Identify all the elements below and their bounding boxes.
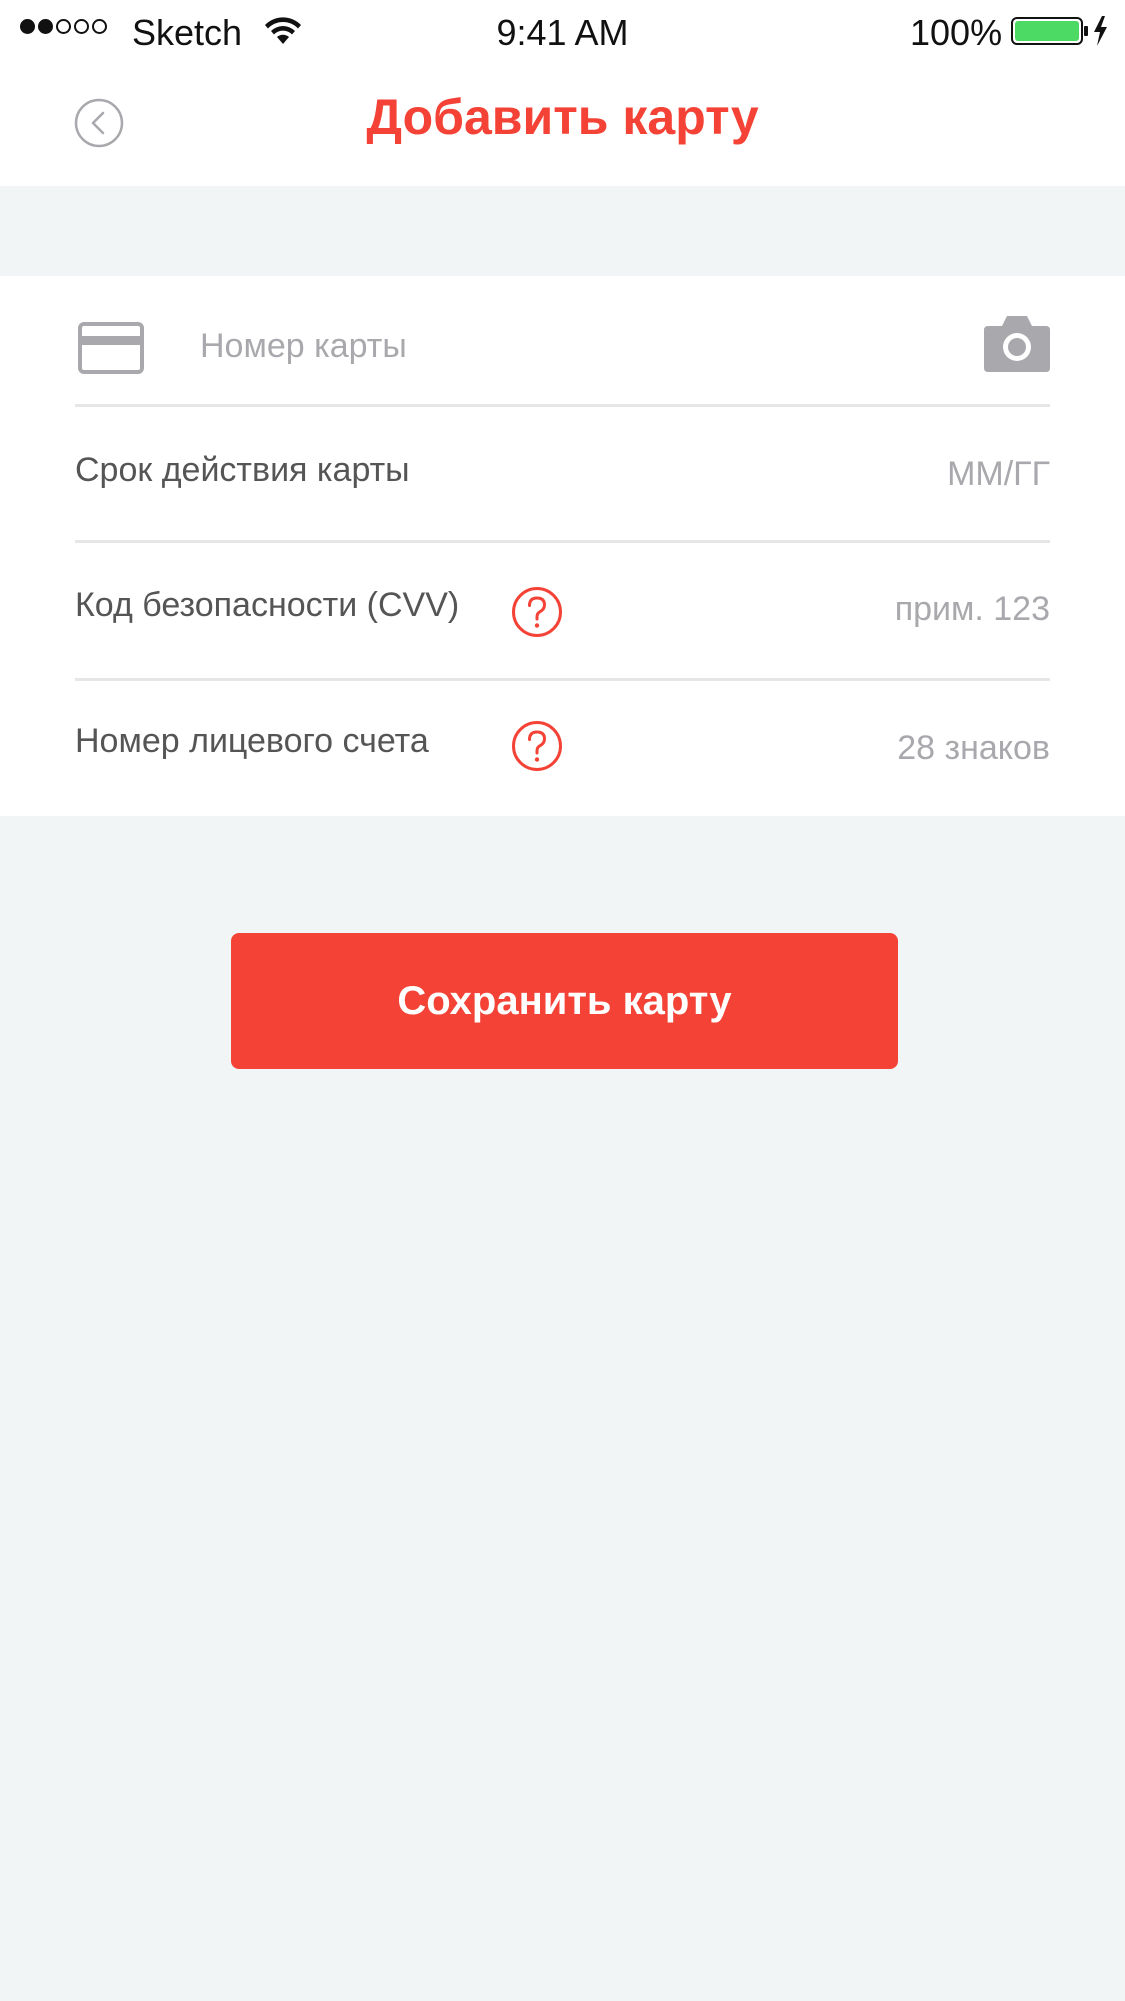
row-divider [75,540,1050,543]
cvv-help-button[interactable] [511,586,563,638]
navigation-header: Добавить карту [0,66,1125,186]
expiry-label: Срок действия карты [75,451,410,489]
cvv-input[interactable] [690,581,1050,637]
card-number-input[interactable] [200,316,920,376]
account-number-label: Номер лицевого счета [75,722,429,760]
row-divider [75,404,1050,407]
credit-card-icon [78,322,144,374]
save-card-button[interactable]: Сохранить карту [231,933,898,1069]
expiry-input[interactable] [690,446,1050,502]
battery-percent: 100% [910,12,1003,53]
cvv-label: Код безопасности (CVV) [75,586,460,624]
status-bar: Sketch 9:41 AM 100% [0,0,1125,66]
account-number-help-button[interactable] [511,720,563,772]
card-form: Срок действия карты Код безопасности (CV… [0,276,1125,816]
camera-icon[interactable] [984,314,1050,372]
battery-icon [1011,16,1107,46]
account-number-input[interactable] [690,720,1050,776]
page-title: Добавить карту [366,89,759,145]
row-divider [75,678,1050,681]
